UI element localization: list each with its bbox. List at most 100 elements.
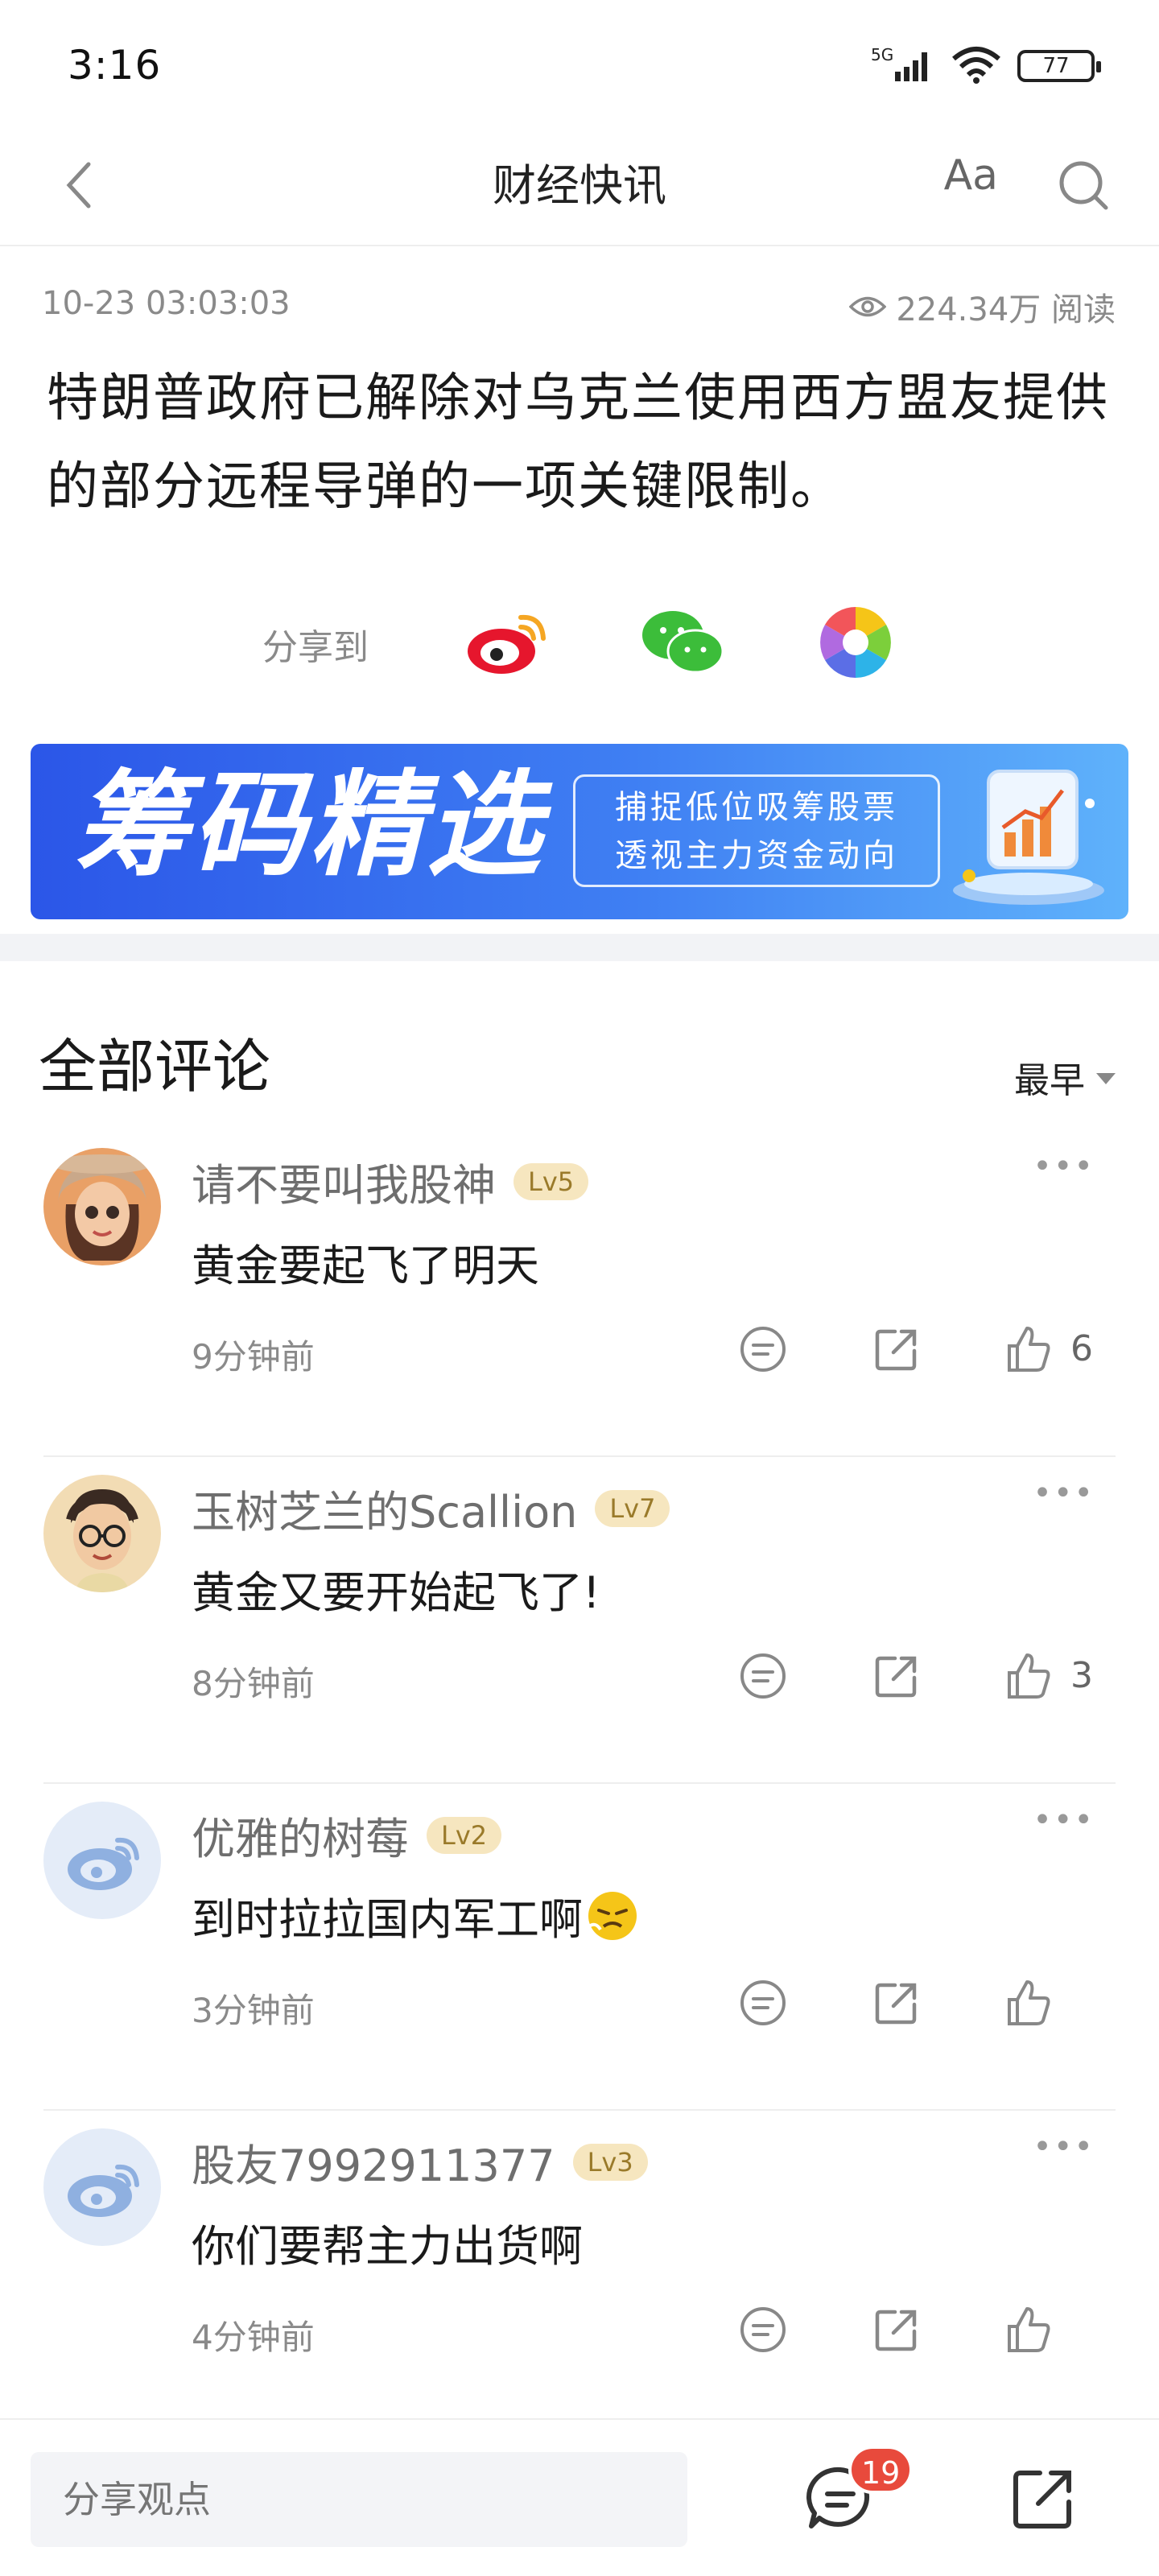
comment-text: 黄金又要开始起飞了!	[192, 1567, 600, 1618]
font-size-button[interactable]: Aa	[944, 151, 998, 200]
more-options-icon[interactable]: •••	[1033, 1148, 1095, 1185]
share-icon	[1013, 2471, 1071, 2529]
views-count: 224.34万 阅读	[896, 291, 1116, 328]
reply-icon	[740, 2307, 786, 2352]
avatar[interactable]	[43, 2128, 161, 2246]
reply-button[interactable]	[731, 1317, 795, 1381]
article-views: 224.34万 阅读	[849, 283, 1116, 330]
share-button[interactable]	[864, 2297, 929, 2362]
thumbs-up-icon	[1008, 1653, 1050, 1699]
share-icon	[875, 1983, 917, 2025]
status-time: 3:16	[68, 42, 162, 89]
comment-text: 你们要帮主力出货啊	[192, 2221, 583, 2272]
comment-author[interactable]: 玉树芝兰的Scallion	[192, 1476, 577, 1540]
cartoon-boy-avatar-icon	[43, 1475, 161, 1592]
comment-item: 玉树芝兰的Scallion Lv7 ••• 黄金又要开始起飞了! 8分钟前 3	[0, 1457, 1159, 1784]
share-label: 分享到	[262, 627, 369, 668]
comment-author[interactable]: 股友7992911377	[192, 2130, 555, 2194]
share-icon	[875, 1656, 917, 1698]
avatar[interactable]	[43, 1148, 161, 1265]
sort-dropdown[interactable]: 最早	[1014, 1051, 1116, 1103]
more-options-icon[interactable]: •••	[1033, 2128, 1095, 2165]
wechat-icon	[642, 611, 724, 674]
comment-item: 请不要叫我股神 Lv5 ••• 黄金要起飞了明天 9分钟前 6	[0, 1130, 1159, 1457]
share-row: 分享到	[0, 596, 1159, 684]
avatar[interactable]	[43, 1802, 161, 1919]
chart-illustration-icon	[953, 770, 1104, 905]
comment-time: 4分钟前	[192, 2318, 315, 2357]
banner-line-1: 捕捉低位吸筹股票	[615, 789, 898, 826]
share-button[interactable]	[864, 1971, 929, 2035]
comment-time: 8分钟前	[192, 1664, 315, 1703]
thumbs-up-icon	[1008, 1980, 1050, 2025]
thumbs-up-icon	[1008, 1327, 1050, 1372]
search-button[interactable]	[1051, 153, 1116, 217]
comment-author-row: 优雅的树莓 Lv2	[192, 1803, 502, 1867]
level-badge: Lv3	[572, 2143, 648, 2181]
banner-subtitle-box: 捕捉低位吸筹股票 透视主力资金动向	[573, 774, 940, 887]
reply-icon	[740, 1653, 786, 1699]
share-button[interactable]	[864, 1317, 929, 1381]
sort-label: 最早	[1014, 1060, 1085, 1101]
comment-text: 黄金要起飞了明天	[192, 1241, 539, 1291]
like-count: 6	[1070, 1328, 1093, 1369]
share-article-button[interactable]	[1003, 2458, 1083, 2539]
share-icon	[875, 2310, 917, 2351]
comment-author[interactable]: 请不要叫我股神	[192, 1150, 496, 1213]
reply-icon	[740, 1327, 786, 1372]
reply-button[interactable]	[731, 1644, 795, 1708]
comment-time: 3分钟前	[192, 1991, 315, 2030]
like-button[interactable]	[996, 1971, 1061, 2035]
like-button[interactable]	[996, 1317, 1061, 1381]
caret-down-icon	[1096, 1073, 1116, 1084]
like-button[interactable]	[996, 2297, 1061, 2362]
comment-author-row: 玉树芝兰的Scallion Lv7	[192, 1476, 670, 1540]
comment-time: 9分钟前	[192, 1337, 315, 1377]
wifi-icon	[950, 44, 1003, 88]
banner-line-2: 透视主力资金动向	[615, 837, 898, 874]
level-badge: Lv7	[595, 1489, 670, 1527]
eye-icon	[849, 296, 887, 317]
thumbs-up-icon	[1008, 2307, 1050, 2352]
comment-item: 股友7992911377 Lv3 ••• 你们要帮主力出货啊 4分钟前	[0, 2111, 1159, 2438]
article-date: 10-23 03:03:03	[42, 285, 291, 322]
comment-text-body: 到时拉拉国内军工啊	[192, 1894, 583, 1945]
moments-share-button[interactable]	[811, 602, 900, 683]
level-badge: Lv5	[514, 1162, 589, 1200]
section-divider	[0, 934, 1159, 961]
share-icon	[875, 1329, 917, 1371]
promo-banner[interactable]: 筹码精选 捕捉低位吸筹股票 透视主力资金动向	[31, 744, 1128, 919]
cartoon-girl-avatar-icon	[43, 1148, 161, 1265]
comment-input[interactable]	[31, 2452, 687, 2547]
status-bar: 3:16 5G 77	[0, 0, 1159, 129]
status-icons: 5G 77	[871, 42, 1101, 90]
comment-count-badge: 19	[848, 2446, 914, 2494]
article-headline: 特朗普政府已解除对乌克兰使用西方盟友提供的部分远程导弹的一项关键限制。	[47, 369, 1109, 517]
banner-title: 筹码精选	[74, 759, 544, 892]
level-badge: Lv2	[427, 1816, 502, 1854]
reply-icon	[740, 1980, 786, 2025]
comment-text: 到时拉拉国内军工啊	[192, 1884, 639, 1947]
reply-button[interactable]	[731, 2297, 795, 2362]
weibo-share-button[interactable]	[462, 602, 551, 683]
share-button[interactable]	[864, 1644, 929, 1708]
more-options-icon[interactable]: •••	[1033, 1475, 1095, 1512]
network-label: 5G	[871, 45, 893, 64]
comment-author[interactable]: 优雅的树莓	[192, 1803, 409, 1867]
weibo-icon	[468, 614, 546, 674]
weibo-default-avatar-icon	[43, 1802, 161, 1919]
bottom-bar: 19	[0, 2418, 1159, 2576]
comment-author-row: 股友7992911377 Lv3	[192, 2130, 648, 2194]
wechat-share-button[interactable]	[639, 602, 728, 683]
like-button[interactable]	[996, 1644, 1061, 1708]
battery-icon: 77	[1017, 50, 1101, 82]
signal-icon: 5G	[871, 44, 935, 88]
moments-icon	[820, 607, 891, 678]
comment-author-row: 请不要叫我股神 Lv5	[192, 1150, 589, 1213]
avatar[interactable]	[43, 1475, 161, 1592]
comment-item: 优雅的树莓 Lv2 ••• 到时拉拉国内军工啊 3分钟前	[0, 1784, 1159, 2111]
reply-button[interactable]	[731, 1971, 795, 2035]
more-options-icon[interactable]: •••	[1033, 1802, 1095, 1839]
search-icon	[1059, 161, 1108, 210]
angry-emoji-icon	[588, 1891, 637, 1940]
